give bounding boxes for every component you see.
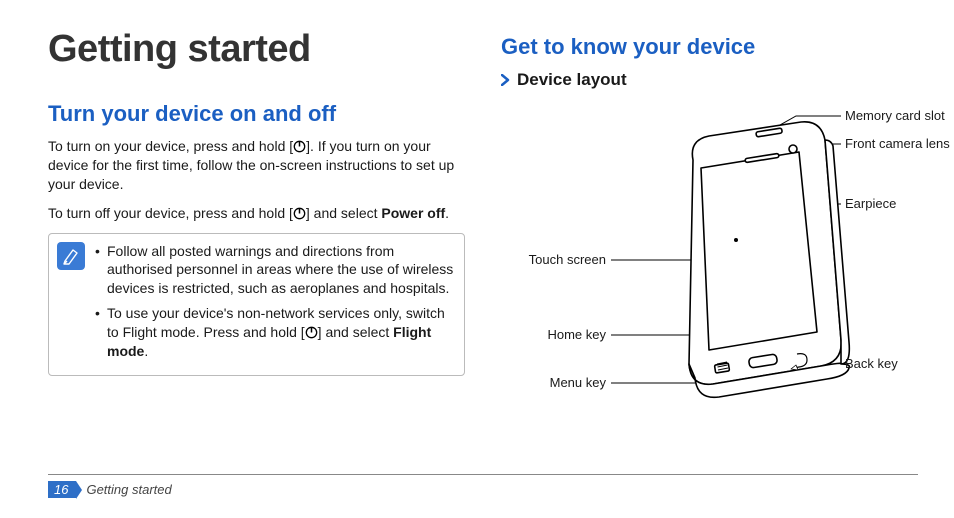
subsection-device-layout: Device layout bbox=[501, 70, 918, 90]
section-title-know-device: Get to know your device bbox=[501, 34, 918, 60]
paragraph-turn-on: To turn on your device, press and hold [… bbox=[48, 137, 465, 194]
power-icon bbox=[293, 140, 306, 153]
power-icon bbox=[293, 207, 306, 220]
label-back-key: Back key bbox=[845, 356, 898, 371]
label-earpiece: Earpiece bbox=[845, 196, 896, 211]
note-icon bbox=[57, 242, 85, 270]
label-front-camera-lens: Front camera lens bbox=[845, 136, 950, 151]
note-box: Follow all posted warnings and direction… bbox=[48, 233, 465, 376]
label-menu-key: Menu key bbox=[501, 375, 606, 390]
label-touch-screen: Touch screen bbox=[501, 252, 606, 267]
page-number-badge: 16 bbox=[48, 481, 76, 498]
text: To turn on your device, press and hold [ bbox=[48, 138, 293, 154]
note-item: To use your device's non-network service… bbox=[95, 304, 454, 361]
power-icon bbox=[305, 326, 318, 339]
text: Follow all posted warnings and direction… bbox=[107, 243, 453, 297]
chevron-icon bbox=[501, 74, 511, 86]
sub-title-text: Device layout bbox=[517, 70, 627, 90]
note-item: Follow all posted warnings and direction… bbox=[95, 242, 454, 299]
text: . bbox=[144, 343, 148, 359]
paragraph-turn-off: To turn off your device, press and hold … bbox=[48, 204, 465, 223]
device-diagram: Touch screen Home key Menu key Memory ca… bbox=[501, 100, 941, 420]
text: ] and select bbox=[318, 324, 394, 340]
label-memory-card-slot: Memory card slot bbox=[845, 108, 945, 123]
label-home-key: Home key bbox=[501, 327, 606, 342]
chapter-title: Getting started bbox=[48, 28, 465, 71]
footer-section-name: Getting started bbox=[86, 482, 171, 497]
page-footer: 16 Getting started bbox=[48, 474, 918, 498]
section-title-turn-on-off: Turn your device on and off bbox=[48, 101, 465, 127]
text-bold: Power off bbox=[381, 205, 445, 221]
text: . bbox=[445, 205, 449, 221]
right-column: Get to know your device Device layout bbox=[501, 28, 918, 458]
left-column: Getting started Turn your device on and … bbox=[48, 28, 465, 458]
manual-page: Getting started Turn your device on and … bbox=[0, 0, 954, 518]
text: To turn off your device, press and hold … bbox=[48, 205, 293, 221]
text: ] and select bbox=[306, 205, 382, 221]
